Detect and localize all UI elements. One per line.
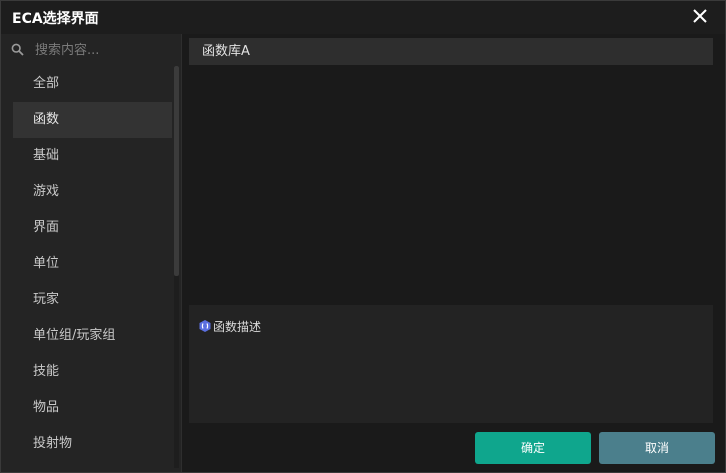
description-panel: 函数描述 [189,305,713,423]
category-item-player[interactable]: 玩家 [13,282,172,318]
cancel-button[interactable]: 取消 [599,432,715,464]
eca-select-dialog: ECA选择界面 全部 函数 基础 游戏 界面 单位 玩家 单位组/玩家组 技能 [0,0,726,473]
close-icon [693,9,707,23]
category-item-projectile[interactable]: 投射物 [13,426,172,462]
category-item-ui[interactable]: 界面 [13,210,172,246]
sidebar-scrollbar[interactable] [174,66,179,468]
category-item-unit-player-group[interactable]: 单位组/玩家组 [13,318,172,354]
category-item-item[interactable]: 物品 [13,390,172,426]
category-sidebar: 全部 函数 基础 游戏 界面 单位 玩家 单位组/玩家组 技能 物品 投射物 [1,34,182,472]
search-box [1,34,181,65]
category-item-game[interactable]: 游戏 [13,174,172,210]
sidebar-scroll-thumb[interactable] [174,66,179,276]
title-bar: ECA选择界面 [1,1,725,34]
category-item-basic[interactable]: 基础 [13,138,172,174]
close-button[interactable] [691,7,709,25]
dialog-title: ECA选择界面 [12,11,99,27]
search-icon [11,43,24,56]
category-item-functions[interactable]: 函数 [13,102,172,138]
function-badge-icon [199,320,211,332]
category-item-unit[interactable]: 单位 [13,246,172,282]
confirm-button[interactable]: 确定 [475,432,591,464]
category-item-skill[interactable]: 技能 [13,354,172,390]
category-list: 全部 函数 基础 游戏 界面 单位 玩家 单位组/玩家组 技能 物品 投射物 [13,66,172,462]
category-item-all[interactable]: 全部 [13,66,172,102]
search-input[interactable] [31,39,179,61]
main-panel: 函数库A 函数描述 确定 取消 [182,34,725,472]
description-label: 函数描述 [213,320,262,334]
function-library-item[interactable]: 函数库A [189,38,713,65]
